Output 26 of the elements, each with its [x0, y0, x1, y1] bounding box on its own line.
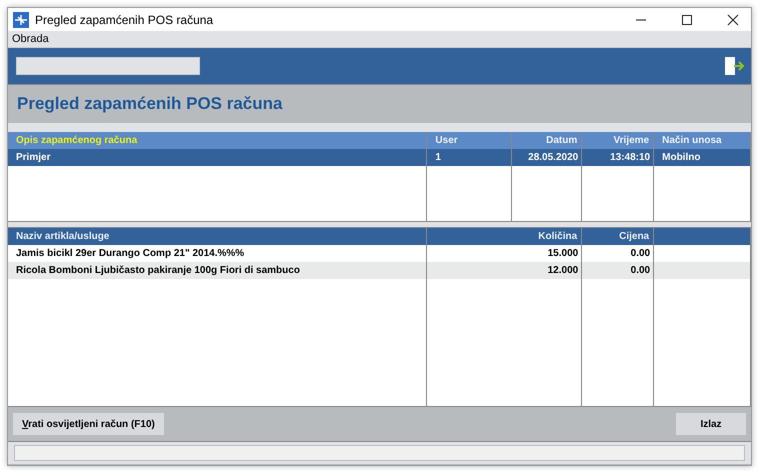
exit-icon[interactable]: [725, 57, 745, 75]
table-cell: Ricola Bomboni Ljubičasto pakiranje 100g Fiori di sambuco: [16, 265, 300, 276]
menu-item[interactable]: Obrada: [12, 33, 49, 45]
table-cell-text: 1: [434, 151, 442, 165]
table-cell-text: 28.05.2020: [527, 151, 580, 165]
close-icon[interactable]: [727, 14, 739, 26]
action-button[interactable]: Izlaz: [676, 413, 746, 435]
splitter[interactable]: [8, 221, 751, 228]
table-row[interactable]: Primjer 1 28.05.2020 13:48:10 Mobilno: [8, 149, 751, 166]
table-cell: Jamis bicikl 29er Durango Comp 21" 2014.%%%: [16, 248, 244, 259]
column-header[interactable]: Količina: [538, 231, 578, 242]
table-cell-text: Primjer: [15, 151, 52, 165]
app-icon: [13, 12, 29, 28]
column-header[interactable]: Naziv artikla/usluge: [16, 231, 110, 242]
table-cell: 12.000: [548, 265, 578, 276]
table-cell-text: 13:48:10: [609, 151, 652, 165]
column-header[interactable]: Cijena: [619, 231, 650, 242]
window-title: Pregled zapamćenih POS računa: [35, 12, 214, 26]
table-cell-text: Mobilno: [661, 151, 702, 165]
table-cell: 0.00: [630, 265, 650, 276]
table-cell: 15.000: [548, 248, 578, 259]
page-heading: Pregled zapamćenih POS računa: [17, 94, 282, 114]
table-cell: 0.00: [630, 248, 650, 259]
search-field[interactable]: [16, 57, 200, 75]
maximize-icon[interactable]: [681, 14, 693, 26]
action-button[interactable]: Vrati osvijetljeni račun (F10): [13, 413, 164, 435]
